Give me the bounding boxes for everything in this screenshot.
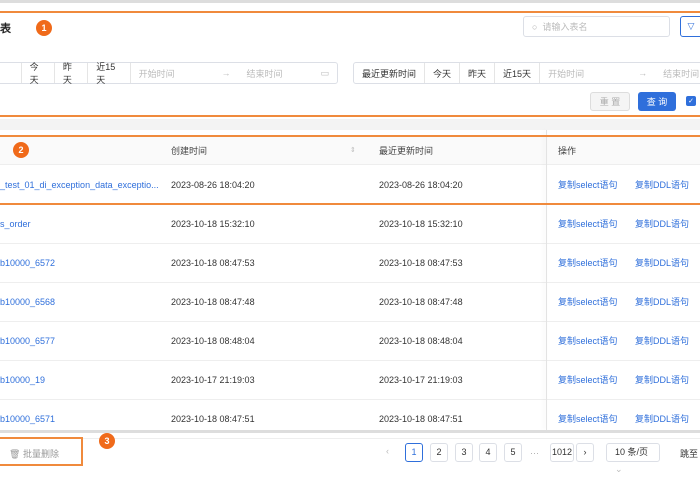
filter-label: 最近更新时间 [354, 63, 426, 83]
copy-select-link[interactable]: 复制select语句 [558, 322, 618, 360]
prev-page-button[interactable]: ‹ [386, 446, 389, 456]
page-size-value: 10 条/页 [615, 447, 649, 457]
annotation-badge-1: 1 [36, 20, 52, 36]
table-name-link[interactable]: b10000_19 [0, 361, 45, 399]
table-name-link[interactable]: b10000_6577 [0, 322, 55, 360]
table-row: b10000_6572 2023-10-18 08:47:53 2023-10-… [0, 244, 700, 283]
updated-time: 2023-10-18 08:47:53 [379, 258, 463, 268]
search-icon: ○ [532, 21, 538, 32]
table-row: s_order 2023-10-18 15:32:10 2023-10-18 1… [0, 205, 700, 244]
created-time: 2023-10-18 08:48:04 [171, 336, 255, 346]
created-time-filter: 今天 昨天 近15天 开始时间 → 结束时间 ▭ [0, 62, 338, 85]
table-row: b10000_6568 2023-10-18 08:47:48 2023-10-… [0, 283, 700, 322]
copy-ddl-link[interactable]: 复制DDL语句 [635, 244, 689, 282]
updated-time-filter: 最近更新时间 今天 昨天 近15天 开始时间 → 结束时间 [353, 62, 700, 84]
updated-time: 2023-10-18 08:48:04 [379, 336, 463, 346]
table-search-input[interactable]: ○ 请输入表名 [523, 16, 670, 37]
table-name-link[interactable]: s_order [0, 205, 31, 243]
top-divider [0, 0, 700, 3]
reset-button[interactable]: 重 置 [590, 92, 630, 111]
chevron-down-icon: ⌄ [615, 464, 623, 474]
trash-icon: 🗑 [9, 449, 21, 459]
table-name-link[interactable]: b10000_6572 [0, 244, 55, 282]
copy-ddl-link[interactable]: 复制DDL语句 [635, 283, 689, 321]
table-row: b10000_6577 2023-10-18 08:48:04 2023-10-… [0, 322, 700, 361]
jump-label: 跳至 [680, 449, 699, 459]
updated-time: 2023-10-17 21:19:03 [379, 375, 463, 385]
page-3[interactable]: 3 [455, 443, 473, 462]
batch-delete-label: 批量删除 [22, 449, 59, 459]
quick-today-2[interactable]: 今天 [425, 63, 461, 83]
created-time: 2023-10-18 08:47:53 [171, 258, 255, 268]
copy-ddl-link[interactable]: 复制DDL语句 [635, 361, 689, 399]
start-time-input-2[interactable]: 开始时间 [540, 63, 630, 83]
end-time-input-2[interactable]: 结束时间 [655, 63, 700, 83]
quick-yesterday-2[interactable]: 昨天 [460, 63, 496, 83]
page-last[interactable]: 1012 [550, 443, 575, 462]
created-time: 2023-10-18 08:47:48 [171, 297, 255, 307]
page-1[interactable]: 1 [405, 443, 423, 462]
arrow-icon: → [221, 68, 231, 78]
copy-select-link[interactable]: 复制select语句 [558, 244, 618, 282]
search-placeholder: 请输入表名 [542, 22, 588, 32]
batch-delete-button[interactable]: 🗑 批量删除 [9, 447, 59, 460]
query-button[interactable]: 查 询 [638, 92, 676, 111]
quick-today[interactable]: 今天 [22, 62, 55, 85]
table-row: b10000_19 2023-10-17 21:19:03 2023-10-17… [0, 361, 700, 400]
calendar-icon: ▭ [320, 67, 329, 78]
copy-select-link[interactable]: 复制select语句 [558, 205, 618, 243]
filter-button[interactable]: ▽ [680, 16, 700, 37]
end-time-input[interactable]: 结束时间 [239, 63, 313, 83]
copy-select-link[interactable]: 复制select语句 [558, 361, 618, 399]
table-name-link[interactable]: b10000_6568 [0, 283, 55, 321]
quick-15days[interactable]: 近15天 [88, 62, 131, 85]
section-gap [0, 119, 700, 130]
page-size-select[interactable]: 10 条/页 ⌄ [606, 443, 660, 474]
quick-15days-2[interactable]: 近15天 [495, 63, 541, 83]
created-time: 2023-10-17 21:19:03 [171, 375, 255, 385]
copy-ddl-link[interactable]: 复制DDL语句 [635, 205, 689, 243]
copy-ddl-link[interactable]: 复制DDL语句 [635, 322, 689, 360]
updated-time: 2023-10-18 08:47:48 [379, 297, 463, 307]
arrow-icon: → [638, 68, 648, 78]
filter-icon: ▽ [687, 21, 695, 31]
annotation-badge-3: 3 [99, 433, 115, 449]
page-4[interactable]: 4 [479, 443, 497, 462]
page-ellipsis[interactable]: ··· [530, 448, 539, 458]
filter-label-cut [0, 63, 22, 83]
page-2[interactable]: 2 [430, 443, 448, 462]
page-title: 表 [0, 23, 11, 35]
checkbox[interactable]: ✓ [686, 96, 696, 106]
copy-select-link[interactable]: 复制select语句 [558, 283, 618, 321]
created-time: 2023-10-18 15:32:10 [171, 219, 255, 229]
annotation-box-2 [0, 135, 700, 205]
page-5[interactable]: 5 [504, 443, 522, 462]
start-time-input[interactable]: 开始时间 [131, 63, 214, 83]
annotation-badge-2: 2 [13, 142, 29, 158]
next-page-button[interactable]: › [576, 443, 594, 462]
quick-yesterday[interactable]: 昨天 [55, 62, 89, 85]
updated-time: 2023-10-18 15:32:10 [379, 219, 463, 229]
